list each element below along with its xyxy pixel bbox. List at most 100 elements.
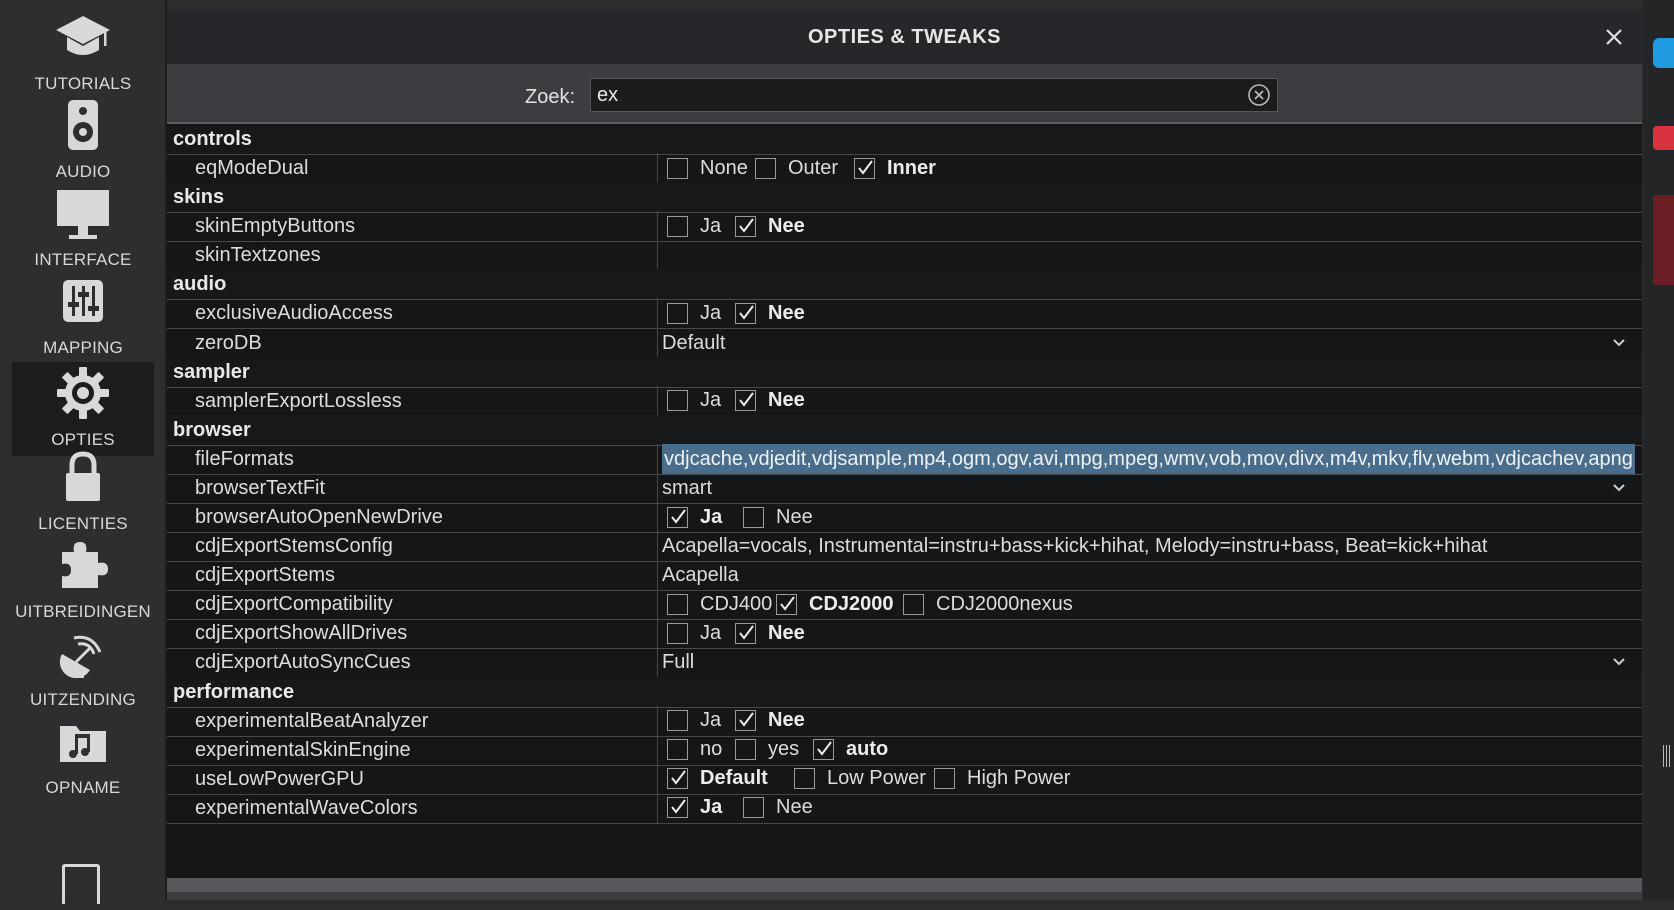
choice-label: yes	[768, 738, 800, 761]
choice-checkbox[interactable]: Low Power	[794, 764, 926, 794]
choice-checkbox[interactable]: CDJ2000nexus	[903, 589, 1073, 619]
sidebar-item-mapping[interactable]: MAPPING	[12, 270, 154, 364]
sidebar-item-opties[interactable]: OPTIES	[12, 362, 154, 456]
choice-checkbox[interactable]: Ja	[667, 386, 721, 416]
checkbox[interactable]	[667, 739, 688, 761]
choice-checkbox[interactable]: Nee	[743, 502, 813, 532]
option-name: eqModeDual	[195, 157, 309, 180]
option-value: Acapella=vocals, Instrumental=instru+bas…	[662, 535, 1488, 558]
checkbox[interactable]	[667, 710, 688, 732]
choice-checkbox[interactable]: Outer	[755, 153, 838, 183]
option-choices: Ja Nee	[662, 298, 1642, 328]
checkbox[interactable]	[667, 768, 688, 790]
checkbox[interactable]	[854, 157, 875, 179]
horizontal-scrollbar[interactable]	[167, 878, 1642, 892]
checkbox[interactable]	[755, 157, 776, 179]
choice-checkbox[interactable]: CDJ400	[667, 589, 772, 619]
checkbox[interactable]	[743, 797, 764, 819]
sidebar-item-opname[interactable]: OPNAME	[12, 710, 154, 804]
checkbox[interactable]	[735, 302, 756, 324]
choice-checkbox[interactable]: auto	[813, 735, 888, 765]
choice-checkbox[interactable]: High Power	[934, 764, 1070, 794]
option-dropdown[interactable]: Full	[662, 647, 1642, 677]
choice-checkbox[interactable]: Ja	[667, 793, 722, 823]
checkbox[interactable]	[667, 506, 688, 528]
option-value-field[interactable]: Acapella	[662, 560, 1642, 590]
checkbox[interactable]	[794, 768, 815, 790]
choice-label: Ja	[700, 214, 722, 237]
checkbox[interactable]	[667, 215, 688, 237]
choice-checkbox[interactable]: no	[667, 735, 722, 765]
sidebar-item-audio[interactable]: AUDIO	[12, 94, 154, 188]
checkbox[interactable]	[667, 593, 688, 615]
checkbox[interactable]	[667, 390, 688, 412]
section-header: audio	[167, 269, 1642, 301]
close-button[interactable]	[1600, 23, 1628, 51]
option-value-field[interactable]: Acapella=vocals, Instrumental=instru+bas…	[662, 531, 1642, 561]
chevron-down-icon	[1613, 338, 1625, 346]
option-row: eqModeDual None Outer Inner	[167, 153, 1642, 185]
choice-checkbox[interactable]: Inner	[854, 153, 936, 183]
checkbox[interactable]	[735, 390, 756, 412]
checkbox[interactable]	[735, 710, 756, 732]
choice-checkbox[interactable]: Ja	[667, 298, 721, 328]
choice-checkbox[interactable]: Ja	[667, 502, 722, 532]
option-dropdown[interactable]: smart	[662, 473, 1642, 503]
gear-icon	[57, 367, 109, 419]
edge-grip	[1663, 745, 1671, 767]
checkbox[interactable]	[735, 739, 756, 761]
option-row: browserAutoOpenNewDrive Ja Nee	[167, 502, 1642, 534]
checkbox[interactable]	[735, 215, 756, 237]
choice-checkbox[interactable]: Nee	[735, 618, 805, 648]
choice-checkbox[interactable]: Ja	[667, 706, 721, 736]
checkbox[interactable]	[667, 622, 688, 644]
tablet-icon[interactable]	[62, 864, 100, 904]
choice-checkbox[interactable]: Nee	[735, 706, 805, 736]
checkmark-icon	[671, 508, 686, 524]
checkbox[interactable]	[776, 593, 797, 615]
checkbox[interactable]	[934, 768, 955, 790]
sidebar-item-licenties[interactable]: LICENTIES	[12, 446, 154, 540]
checkbox[interactable]	[813, 739, 834, 761]
checkmark-icon	[671, 770, 686, 785]
choice-checkbox[interactable]: None	[667, 153, 748, 183]
option-value-field[interactable]: vdjcache,vdjedit,vdjsample,mp4,ogm,ogv,a…	[662, 443, 1642, 474]
option-name: exclusiveAudioAccess	[195, 302, 393, 325]
section-label: performance	[173, 680, 295, 703]
choice-checkbox[interactable]: yes	[735, 735, 799, 765]
option-row: experimentalWaveColors Ja Nee	[167, 792, 1642, 824]
checkbox[interactable]	[667, 157, 688, 179]
choice-label: CDJ2000nexus	[936, 592, 1073, 615]
checkmark-icon	[780, 596, 795, 611]
choice-checkbox[interactable]: CDJ2000	[776, 589, 894, 619]
option-choices: Ja Nee	[662, 706, 1642, 736]
choice-label: CDJ2000	[809, 592, 894, 615]
option-dropdown[interactable]: Default	[662, 328, 1642, 358]
choice-checkbox[interactable]: Ja	[667, 211, 721, 241]
checkbox[interactable]	[903, 593, 924, 615]
choice-label: Ja	[700, 505, 723, 528]
clear-search-icon[interactable]	[1247, 83, 1271, 107]
column-divider	[657, 705, 658, 736]
checkbox[interactable]	[667, 797, 688, 819]
option-value-field[interactable]	[662, 240, 1642, 270]
checkmark-icon	[858, 159, 873, 175]
choice-checkbox[interactable]: Nee	[735, 298, 805, 328]
option-row: skinEmptyButtons Ja Nee	[167, 211, 1642, 243]
sidebar-item-uitzending[interactable]: UITZENDING	[12, 622, 154, 716]
choice-checkbox[interactable]: Nee	[735, 386, 805, 416]
choice-checkbox[interactable]: Nee	[735, 211, 805, 241]
sidebar-item-tutorials[interactable]: TUTORIALS	[12, 6, 154, 100]
search-input[interactable]	[591, 79, 1243, 111]
choice-checkbox[interactable]: Ja	[667, 618, 721, 648]
sidebar-item-uitbreidingen[interactable]: UITBREIDINGEN	[12, 534, 154, 628]
choice-checkbox[interactable]: Default	[667, 764, 768, 794]
option-name: zeroDB	[195, 331, 262, 354]
checkbox[interactable]	[667, 302, 688, 324]
broadcast-icon	[59, 635, 102, 679]
checkbox[interactable]	[735, 622, 756, 644]
choice-checkbox[interactable]: Nee	[743, 793, 813, 823]
column-divider	[657, 443, 658, 474]
sidebar-item-interface[interactable]: INTERFACE	[12, 182, 154, 276]
checkbox[interactable]	[743, 506, 764, 528]
